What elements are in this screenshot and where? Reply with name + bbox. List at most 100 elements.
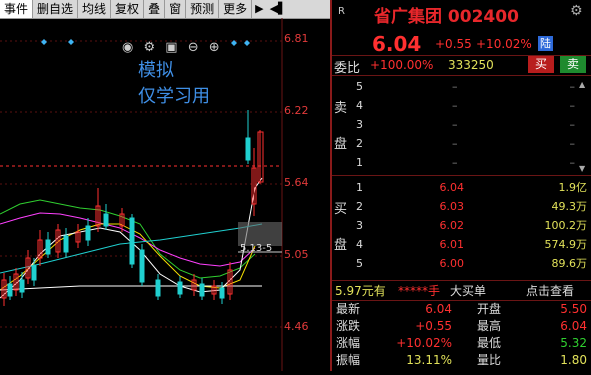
scroll-down-icon[interactable]: ▼ [579, 164, 585, 173]
kline-chart[interactable]: 6.81 6.22 5.64 5.05 4.46 5.13-5 模拟 仅学习用 … [0, 18, 330, 371]
sell-row: 5 – – [332, 77, 591, 96]
price-label: 5.05 [284, 248, 309, 261]
stock-code: 002400 [447, 7, 519, 27]
minus-icon[interactable]: ⊖ [188, 40, 202, 55]
stat-row: 最新 6.04 开盘 5.50 [332, 301, 591, 318]
scroll-up-icon[interactable]: ▲ [579, 80, 585, 89]
divider [332, 175, 591, 176]
weibi-label: 委比 [334, 61, 361, 76]
gear-icon[interactable]: ⚙ [570, 3, 583, 19]
toolbar-forecast[interactable]: 预测 [186, 0, 220, 18]
level-volume: – [569, 80, 576, 93]
price-label: 4.46 [284, 320, 309, 333]
divider [332, 280, 591, 281]
stat-label: 涨跌 [336, 319, 361, 333]
cursor-label: 5.13-5 [240, 243, 273, 254]
sound-icon[interactable]: ◀▌ [267, 0, 290, 18]
exchange-badge: 陆 [538, 36, 553, 51]
toolbar-more[interactable]: 更多 [219, 0, 253, 18]
level-index: 5 [356, 80, 363, 93]
toolbar-window[interactable]: 窗 [165, 0, 187, 18]
level-volume: – [569, 118, 576, 131]
stat-row: 涨跌 +0.55 最高 6.04 [332, 318, 591, 335]
level-price: – [452, 156, 458, 169]
stock-title: 省广集团 002400 [374, 2, 519, 27]
buy-row[interactable]: 2 6.03 49.3万 [332, 197, 591, 216]
quote-panel: R 省广集团 002400 ⚙ 6.04 +0.55 +10.02% 陆 委比 … [332, 0, 591, 371]
buy-row[interactable]: 1 6.04 1.9亿 [332, 178, 591, 197]
stat-value: 6.04 [425, 302, 452, 316]
stat-row: 涨幅 +10.02% 最低 5.32 [332, 335, 591, 352]
last-price: 6.04 [372, 32, 422, 56]
level-volume: 574.9万 [544, 238, 588, 251]
level-volume: – [569, 99, 576, 112]
gear-icon[interactable]: ⚙ [143, 40, 158, 55]
view-details-link[interactable]: 点击查看 [526, 282, 574, 300]
sell-row: 2 – – [332, 134, 591, 153]
sell-orderbook: 卖 盘 5 – – 4 – – 3 – – 2 – – 1 – – [332, 77, 591, 172]
r-badge: R [338, 6, 345, 17]
stat-value: 13.11% [406, 353, 452, 367]
weibi-pct: +100.00% [370, 58, 434, 72]
level-price: 6.01 [439, 238, 465, 251]
level-volume: 1.9亿 [558, 181, 588, 194]
level-volume: – [569, 156, 576, 169]
price-label: 6.22 [284, 104, 309, 117]
eye-icon[interactable]: ◉ [122, 40, 136, 55]
level-volume: 100.2万 [544, 219, 588, 232]
stats-table: 最新 6.04 开盘 5.50 涨跌 +0.55 最高 6.04 涨幅 +10.… [332, 301, 591, 371]
level-price: – [452, 137, 458, 150]
price-label: 5.64 [284, 176, 309, 189]
level-price: – [452, 80, 458, 93]
level-price: 6.02 [439, 219, 465, 232]
price-label: 6.81 [284, 32, 309, 45]
big-order-type: 大买单 [450, 284, 487, 298]
level-index: 2 [356, 200, 363, 213]
stat-label: 最新 [336, 302, 361, 316]
level-index: 3 [356, 219, 363, 232]
level-index: 1 [356, 181, 363, 194]
stat-value: 1.80 [560, 353, 587, 367]
toolbar-moving-average[interactable]: 均线 [78, 0, 112, 18]
price-change-pct: +10.02% [476, 37, 532, 51]
toolbar-remove-watchlist[interactable]: 删自选 [33, 0, 79, 18]
tool-icon[interactable]: ▣ [165, 40, 180, 55]
level-index: 2 [356, 137, 363, 150]
toolbar-overlay[interactable]: 叠 [144, 0, 166, 18]
plus-icon[interactable]: ⊕ [209, 40, 223, 55]
watermark-text-line1: 模拟 [138, 60, 174, 81]
level-price: 6.00 [439, 257, 465, 270]
chart-toolbar: 事件 删自选 均线 复权 叠 窗 预测 更多 ▶ ◀▌ [0, 0, 330, 19]
buy-row[interactable]: 5 6.00 89.6万 [332, 254, 591, 273]
level-index: 4 [356, 238, 363, 251]
level-volume: – [569, 137, 576, 150]
level-index: 3 [356, 118, 363, 131]
buy-row[interactable]: 3 6.02 100.2万 [332, 216, 591, 235]
level-index: 5 [356, 257, 363, 270]
stat-label: 量比 [477, 353, 502, 367]
big-order-stars: *****手 [398, 284, 441, 298]
chart-icon-bar: ◉ ⚙ ▣ ⊖ ⊕ [122, 40, 223, 55]
toolbar-events[interactable]: 事件 [0, 0, 34, 18]
divider [332, 75, 591, 76]
toolbar-adjust[interactable]: 复权 [111, 0, 145, 18]
stat-label: 最低 [477, 336, 502, 350]
level-index: 4 [356, 99, 363, 112]
sell-row: 3 – – [332, 115, 591, 134]
level-volume: 49.3万 [551, 200, 588, 213]
watermark-text-line2: 仅学习用 [138, 86, 210, 107]
collapse-arrow-icon[interactable]: ▶ [252, 0, 266, 18]
price-change: +0.55 [435, 37, 472, 51]
stat-label: 开盘 [477, 302, 502, 316]
stat-value: 6.04 [560, 319, 587, 333]
level-index: 1 [356, 156, 363, 169]
buy-button[interactable]: 买 [528, 56, 554, 73]
level-price: – [452, 99, 458, 112]
stat-label: 最高 [477, 319, 502, 333]
stat-value: 5.50 [560, 302, 587, 316]
stat-value: +0.55 [415, 319, 452, 333]
buy-row[interactable]: 4 6.01 574.9万 [332, 235, 591, 254]
level-price: 6.03 [439, 200, 465, 213]
level-volume: 89.6万 [551, 257, 588, 270]
sell-button[interactable]: 卖 [560, 56, 586, 73]
